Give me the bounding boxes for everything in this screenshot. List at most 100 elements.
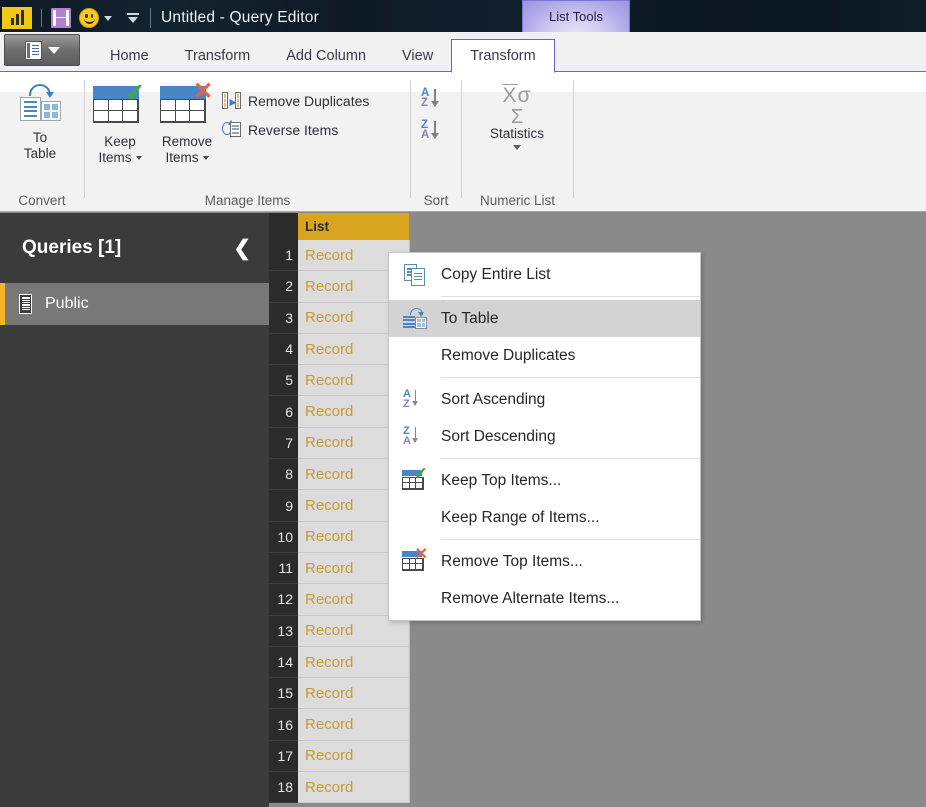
group-label-convert: Convert xyxy=(0,193,84,208)
row-value[interactable]: Record xyxy=(298,772,410,803)
menu-item-sort-descending[interactable]: ZA Sort Descending xyxy=(389,418,700,455)
tab-label: Add Column xyxy=(286,48,366,64)
remove-items-label-2: Items xyxy=(165,150,198,165)
menu-separator xyxy=(441,296,700,297)
column-header-list[interactable]: List xyxy=(298,213,410,240)
row-value[interactable]: Record xyxy=(298,647,410,678)
group-divider-4 xyxy=(573,80,574,198)
tab-home[interactable]: Home xyxy=(92,40,167,72)
statistics-button[interactable]: Xσ Σ Statistics xyxy=(489,84,545,150)
ribbon-tabs: Home Transform Add Column View Transform xyxy=(92,32,555,72)
statistics-icon: Xσ Σ xyxy=(489,84,545,130)
row-number: 14 xyxy=(269,647,298,678)
tab-label: Transform xyxy=(470,48,536,64)
titlebar-divider xyxy=(41,9,42,27)
reverse-items-button[interactable]: Reverse Items xyxy=(222,121,338,138)
row-number: 10 xyxy=(269,522,298,553)
table-row[interactable]: 18Record xyxy=(269,772,410,803)
copy-icon xyxy=(404,264,426,286)
ribbon-tabstrip: Home Transform Add Column View Transform xyxy=(0,32,926,72)
remove-items-button[interactable]: ✕ Remove Items xyxy=(158,84,216,166)
ribbon-group-sort: A Z Z A Sort xyxy=(411,72,461,212)
menu-item-label: Remove Alternate Items... xyxy=(441,590,619,608)
ribbon-group-convert: To Table Convert xyxy=(0,72,84,212)
row-number: 12 xyxy=(269,584,298,615)
menu-item-label: Remove Duplicates xyxy=(441,347,575,365)
row-value[interactable]: Record xyxy=(298,709,410,740)
to-table-icon xyxy=(16,84,64,126)
tab-add-column[interactable]: Add Column xyxy=(268,40,384,72)
row-value[interactable]: Record xyxy=(298,741,410,772)
menu-item-remove-alternate-items[interactable]: Remove Alternate Items... xyxy=(389,580,700,617)
row-number: 5 xyxy=(269,365,298,396)
menu-item-label: Copy Entire List xyxy=(441,266,550,284)
quick-access-toolbar-icon[interactable] xyxy=(126,13,140,23)
to-table-label-1: To xyxy=(33,130,47,146)
to-table-label-2: Table xyxy=(24,146,56,162)
reverse-items-icon xyxy=(222,121,241,138)
smiley-icon[interactable] xyxy=(79,8,99,28)
contextual-tab-list-tools[interactable]: List Tools xyxy=(522,0,630,32)
keep-items-label-2: Items xyxy=(98,150,131,165)
ribbon: To Table Convert ✓ Keep Items xyxy=(0,72,926,212)
chevron-down-icon xyxy=(203,156,209,160)
sort-descending-button[interactable]: Z A xyxy=(421,120,449,144)
to-table-button[interactable]: To Table xyxy=(16,84,64,162)
tab-view[interactable]: View xyxy=(384,40,451,72)
sort-letter-bottom: A xyxy=(421,130,429,141)
sidebar-item-public[interactable]: Public xyxy=(0,283,269,325)
menu-item-to-table[interactable]: To Table xyxy=(389,300,700,337)
table-row[interactable]: 17Record xyxy=(269,741,410,772)
file-menu-icon xyxy=(25,41,42,60)
menu-separator xyxy=(441,539,700,540)
smiley-dropdown-icon[interactable] xyxy=(104,16,112,21)
menu-item-sort-ascending[interactable]: AZ Sort Ascending xyxy=(389,381,700,418)
menu-item-copy-entire-list[interactable]: Copy Entire List xyxy=(389,256,700,293)
contextual-tab-label: List Tools xyxy=(549,9,603,24)
table-row[interactable]: 16Record xyxy=(269,709,410,740)
ribbon-group-numeric-list: Xσ Σ Statistics Numeric List xyxy=(462,72,573,212)
menu-item-remove-top-items[interactable]: ✕ Remove Top Items... xyxy=(389,543,700,580)
row-number: 6 xyxy=(269,396,298,427)
menu-item-label: To Table xyxy=(441,310,498,328)
sort-ascending-button[interactable]: A Z xyxy=(421,88,449,112)
selection-accent-bar xyxy=(0,283,5,325)
row-number: 11 xyxy=(269,553,298,584)
menu-item-keep-top-items[interactable]: ✓ Keep Top Items... xyxy=(389,462,700,499)
keep-items-icon: ✓ xyxy=(402,470,428,492)
row-value[interactable]: Record xyxy=(298,678,410,709)
group-label-numeric-list: Numeric List xyxy=(462,193,573,208)
tab-label: View xyxy=(402,48,433,64)
table-row[interactable]: 15Record xyxy=(269,678,410,709)
menu-item-label: Keep Top Items... xyxy=(441,472,561,490)
window-title: Untitled - Query Editor xyxy=(161,9,319,27)
keep-items-label-1: Keep xyxy=(104,134,136,150)
row-number: 2 xyxy=(269,271,298,302)
tab-list-tools-transform[interactable]: Transform xyxy=(451,39,555,73)
remove-items-icon: ✕ xyxy=(158,84,216,130)
sort-descending-icon: ZA xyxy=(403,426,427,448)
query-list-icon xyxy=(19,294,32,314)
menu-item-remove-duplicates[interactable]: Remove Duplicates xyxy=(389,337,700,374)
statistics-label: Statistics xyxy=(490,126,544,142)
row-number: 17 xyxy=(269,741,298,772)
table-row[interactable]: 14Record xyxy=(269,647,410,678)
tab-label: Home xyxy=(110,48,149,64)
remove-duplicates-button[interactable]: ▶ Remove Duplicates xyxy=(222,92,369,109)
sidebar-item-label: Public xyxy=(45,295,89,313)
grid-header-row: List xyxy=(269,213,410,240)
save-icon[interactable] xyxy=(51,8,71,28)
file-menu-button[interactable] xyxy=(4,34,80,66)
tab-label: Transform xyxy=(185,48,251,64)
row-number: 16 xyxy=(269,709,298,740)
chevron-left-icon[interactable]: ❮ xyxy=(233,238,251,259)
row-number: 1 xyxy=(269,240,298,271)
menu-separator xyxy=(441,458,700,459)
ribbon-group-manage-items: ✓ Keep Items ✕ Remove Items ▶ xyxy=(85,72,410,212)
tab-transform[interactable]: Transform xyxy=(167,40,269,72)
keep-items-button[interactable]: ✓ Keep Items xyxy=(91,84,149,166)
menu-item-keep-range-of-items[interactable]: Keep Range of Items... xyxy=(389,499,700,536)
remove-duplicates-label: Remove Duplicates xyxy=(248,93,369,109)
sort-ascending-icon: AZ xyxy=(403,389,427,411)
row-number: 13 xyxy=(269,616,298,647)
